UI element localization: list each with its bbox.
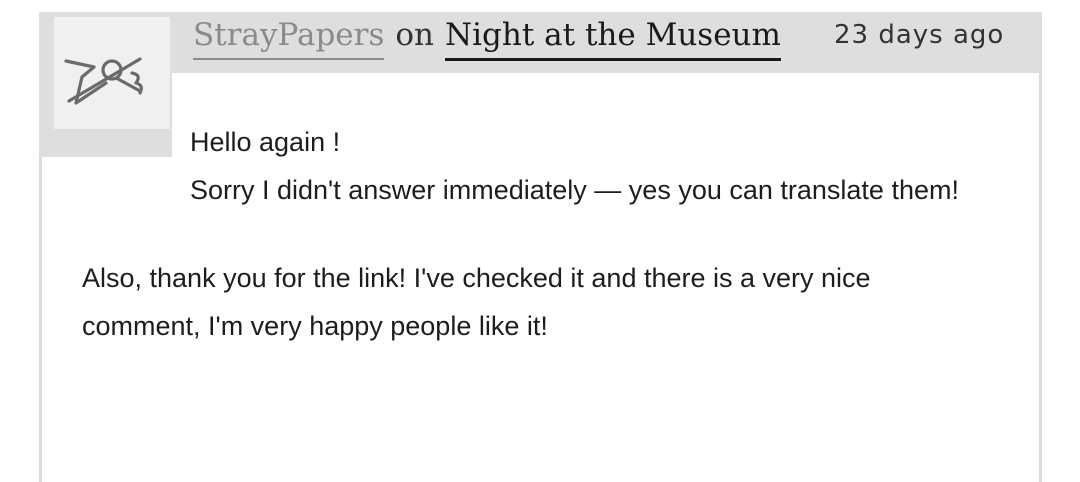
comment-paragraph: Also, thank you for the link! I've check… xyxy=(82,263,871,341)
avatar[interactable] xyxy=(54,17,170,129)
comment-paragraph: Hello again ! xyxy=(190,127,341,157)
author-link[interactable]: StrayPapers xyxy=(193,14,385,60)
comment-body: Hello again ! Sorry I didn't answer imme… xyxy=(82,118,982,350)
connector-text: on xyxy=(395,17,435,53)
comment-timestamp: 23 days ago xyxy=(834,20,1005,50)
crossed-out-signature-avatar-icon xyxy=(64,57,143,105)
story-link[interactable]: Night at the Museum xyxy=(445,14,781,61)
comment-paragraph: Sorry I didn't answer immediately — yes … xyxy=(190,175,959,205)
comment-header: StrayPapers on Night at the Museum xyxy=(193,14,781,74)
